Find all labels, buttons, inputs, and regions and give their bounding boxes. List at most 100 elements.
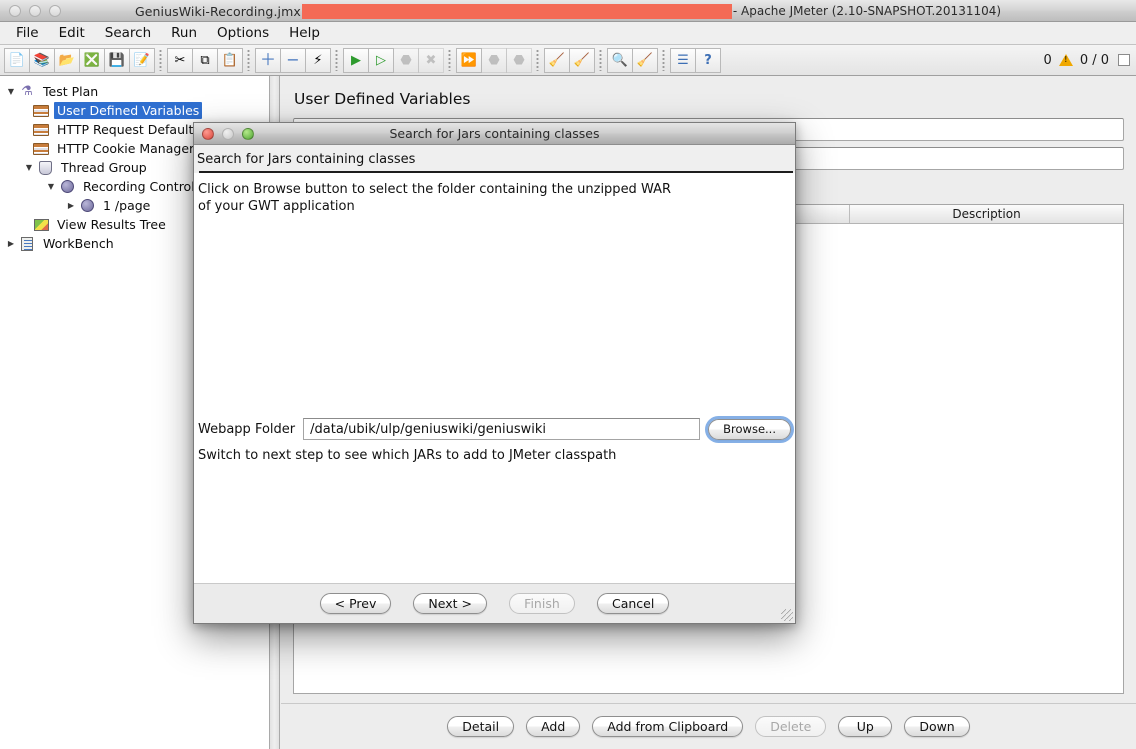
test-plan-icon: ⚗ [21, 84, 33, 99]
dialog-bottom-spacer [196, 463, 795, 583]
twisty-icon[interactable]: ▶ [64, 201, 78, 210]
cut-icon[interactable]: ✂ [167, 47, 193, 73]
dialog-footer: < Prev Next > Finish Cancel [194, 583, 795, 623]
next-button[interactable]: Next > [413, 593, 487, 614]
warning-triangle-icon[interactable] [1058, 54, 1073, 66]
paste-icon[interactable]: 📋 [217, 47, 243, 73]
thread-group-icon [36, 160, 54, 176]
search-icon[interactable]: 🔍 [607, 47, 633, 73]
dialog-close-button[interactable] [202, 127, 214, 140]
window-close-button[interactable] [9, 4, 21, 17]
finish-button[interactable]: Finish [508, 593, 575, 614]
window-traffic-lights [0, 4, 61, 17]
workbench-icon [18, 236, 36, 252]
dialog-spacer [196, 215, 795, 418]
tree-node-label: Thread Group [61, 160, 147, 175]
dialog-resize-grip[interactable] [781, 609, 793, 621]
user-defined-variables-icon [32, 103, 50, 119]
twisty-icon[interactable]: ▼ [22, 163, 36, 172]
window-title-suffix: - Apache JMeter (2.10-SNAPSHOT.20131104) [732, 4, 1002, 18]
recording-controller-icon [58, 179, 76, 195]
clear-icon[interactable]: 🧹 [544, 47, 570, 73]
browse-button[interactable]: Browse... [705, 415, 794, 443]
dialog-header-text: Search for Jars containing classes [197, 152, 416, 167]
templates-icon[interactable]: 📚 [29, 47, 55, 73]
twisty-icon[interactable]: ▼ [44, 182, 58, 191]
clear-all-icon[interactable]: 🧹 [569, 47, 595, 73]
start-remote-all-icon[interactable]: ⏩ [456, 47, 482, 73]
copy-icon[interactable]: ⧉ [192, 47, 218, 73]
window-titlebar: GeniusWiki-Recording.jmx - Apache JMeter… [0, 0, 1136, 22]
thread-count: 0 / 0 [1079, 52, 1109, 68]
window-minimize-button[interactable] [29, 4, 41, 17]
function-helper-icon[interactable]: ☰ [670, 47, 696, 73]
menu-edit[interactable]: Edit [49, 23, 95, 43]
twisty-icon[interactable]: ▶ [4, 239, 18, 248]
save-icon[interactable]: 💾 [104, 47, 130, 73]
dialog-traffic-lights [194, 127, 254, 140]
tree-node-test-plan[interactable]: ▼ ⚗ Test Plan [0, 82, 269, 101]
stop-remote-all-icon[interactable]: ⬣ [481, 47, 507, 73]
down-button[interactable]: Down [904, 716, 970, 737]
view-results-tree-icon [32, 217, 50, 233]
delete-button[interactable]: Delete [755, 716, 827, 737]
menu-options[interactable]: Options [207, 23, 279, 43]
dialog-header: Search for Jars containing classes [194, 145, 795, 173]
start-no-timers-icon[interactable]: ▷ [368, 47, 394, 73]
new-icon[interactable]: 📄 [4, 47, 30, 73]
twisty-icon[interactable]: ▼ [4, 87, 18, 96]
cancel-button[interactable]: Cancel [596, 593, 670, 614]
window-title: GeniusWiki-Recording.jmx [134, 3, 301, 19]
title-highlight-bar [301, 3, 732, 19]
shutdown-remote-all-icon[interactable]: ⬣ [506, 47, 532, 73]
sampler-icon [78, 198, 96, 214]
shutdown-icon[interactable]: ✖ [418, 47, 444, 73]
start-icon[interactable]: ▶ [343, 47, 369, 73]
dialog-body: Click on Browse button to select the fol… [194, 173, 795, 583]
menu-bar: File Edit Search Run Options Help [0, 22, 1136, 45]
reset-search-icon[interactable]: 🧹 [632, 47, 658, 73]
help-icon[interactable]: ? [695, 47, 721, 73]
prev-button[interactable]: < Prev [319, 593, 392, 614]
webapp-folder-input[interactable]: /data/ubik/ulp/geniuswiki/geniuswiki [303, 418, 701, 440]
toolbar-separator-6 [599, 49, 602, 71]
stop-icon[interactable]: ⬣ [393, 47, 419, 73]
dialog-note: Switch to next step to see which JARs to… [198, 448, 617, 463]
webapp-folder-row: Webapp Folder /data/ubik/ulp/geniuswiki/… [196, 415, 795, 443]
close-icon[interactable]: ❎ [79, 47, 105, 73]
add-from-clipboard-button[interactable]: Add from Clipboard [592, 716, 744, 737]
window-zoom-button[interactable] [49, 4, 61, 17]
open-icon[interactable]: 📂 [54, 47, 80, 73]
toolbar-separator-5 [536, 49, 539, 71]
toolbar-separator-3 [335, 49, 338, 71]
collapse-all-icon[interactable]: − [280, 47, 306, 73]
running-indicator-icon [1118, 54, 1130, 66]
toolbar-status: 0 0 / 0 [1044, 53, 1132, 68]
menu-file[interactable]: File [6, 23, 49, 43]
add-button[interactable]: Add [526, 716, 581, 737]
menu-help[interactable]: Help [279, 23, 330, 43]
tree-node-label: 1 /page [103, 198, 151, 213]
tree-node-label: Test Plan [43, 84, 99, 99]
save-as-icon[interactable]: 📝 [129, 47, 155, 73]
menu-search[interactable]: Search [95, 23, 161, 43]
toggle-icon[interactable]: ⚡ [305, 47, 331, 73]
expand-all-icon[interactable]: ＋ [255, 47, 281, 73]
tree-node-label: WorkBench [43, 236, 114, 251]
tree-node-label: HTTP Cookie Manager [57, 141, 195, 156]
column-header-description[interactable]: Description [850, 205, 1123, 223]
http-cookie-manager-icon [32, 141, 50, 157]
dialog-titlebar: Search for Jars containing classes [194, 123, 795, 145]
dialog-minimize-button[interactable] [222, 127, 234, 140]
tree-node-user-defined-variables[interactable]: User Defined Variables [0, 101, 269, 120]
up-button[interactable]: Up [838, 716, 893, 737]
toolbar-separator-2 [247, 49, 250, 71]
page-title: User Defined Variables [294, 90, 471, 108]
toolbar-separator-7 [662, 49, 665, 71]
search-jars-dialog: Search for Jars containing classes Searc… [193, 122, 796, 624]
detail-button[interactable]: Detail [447, 716, 515, 737]
window-title-wrap: GeniusWiki-Recording.jmx - Apache JMeter… [0, 0, 1136, 22]
menu-run[interactable]: Run [161, 23, 207, 43]
tree-node-label: User Defined Variables [54, 102, 203, 119]
dialog-zoom-button[interactable] [242, 127, 254, 140]
